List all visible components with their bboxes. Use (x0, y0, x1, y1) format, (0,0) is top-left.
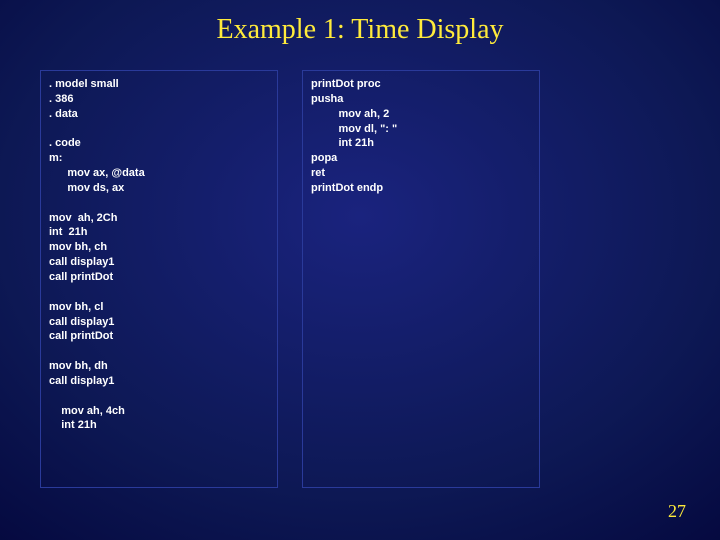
code-column-right: printDot proc pusha mov ah, 2 mov dl, ":… (302, 70, 540, 488)
page-title: Example 1: Time Display (0, 14, 720, 46)
code-column-left: . model small . 386 . data . code m: mov… (40, 70, 278, 488)
page-number: 27 (668, 501, 686, 522)
code-area: . model small . 386 . data . code m: mov… (40, 70, 540, 488)
